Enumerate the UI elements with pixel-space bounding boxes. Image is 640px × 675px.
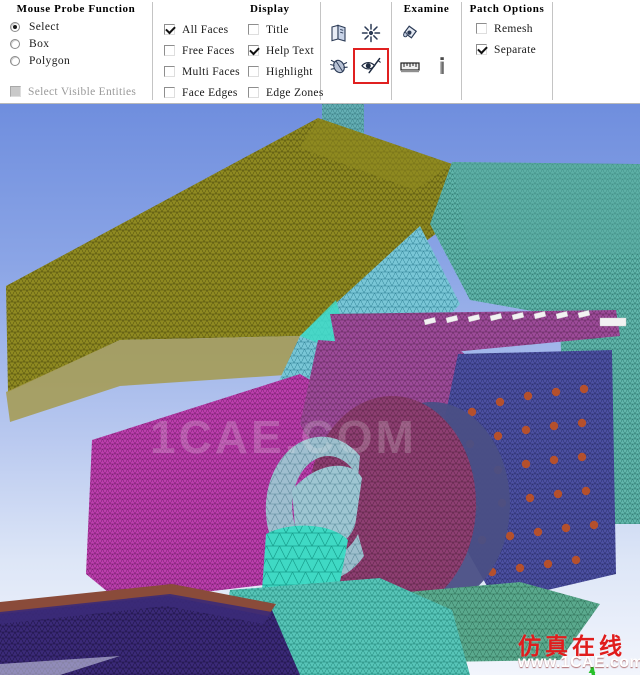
checkbox-separate[interactable]: Separate — [476, 39, 536, 60]
toolbar: Mouse Probe Function Select Box Polygon — [0, 0, 640, 104]
eye-pencil-button[interactable] — [357, 52, 385, 80]
info-button[interactable] — [428, 52, 456, 80]
watermark-url: www.1CAE.com — [518, 654, 640, 671]
select-visible-entities-box — [10, 86, 21, 97]
paint-drop-button[interactable] — [396, 19, 424, 47]
eye-pencil-icon — [361, 57, 381, 74]
separate-label: Separate — [494, 43, 536, 56]
title-label: Title — [266, 23, 289, 36]
checkbox-multi-faces[interactable]: Multi Faces — [164, 61, 240, 82]
highlight-box[interactable] — [248, 66, 259, 77]
radio-box-label: Box — [29, 37, 50, 50]
panel-display: Display All Faces Free Faces Multi Faces — [153, 0, 323, 103]
checkbox-free-faces[interactable]: Free Faces — [164, 40, 240, 61]
panel-title-mouse-probe: Mouse Probe Function — [16, 3, 136, 15]
multi-faces-box[interactable] — [164, 66, 175, 77]
panel-title-examine: Examine — [403, 3, 450, 15]
radio-option-select[interactable]: Select — [10, 18, 152, 35]
radio-polygon-label: Polygon — [29, 54, 71, 67]
radio-polygon-indicator[interactable] — [10, 55, 20, 66]
separate-box[interactable] — [476, 44, 487, 55]
face-edges-box[interactable] — [164, 87, 175, 98]
application-window: Mouse Probe Function Select Box Polygon — [0, 0, 640, 675]
help-text-box[interactable] — [248, 45, 259, 56]
radio-option-polygon[interactable]: Polygon — [10, 52, 152, 69]
panel-examine: Examine — [392, 0, 461, 103]
select-visible-entities-label: Select Visible Entities — [28, 85, 137, 98]
display-tool-buttons — [321, 0, 391, 103]
radio-option-box[interactable]: Box — [10, 35, 152, 52]
ruler-button[interactable] — [396, 52, 424, 80]
free-faces-label: Free Faces — [182, 44, 235, 57]
ruler-icon — [400, 62, 420, 73]
book-icon — [331, 24, 346, 42]
panel-patch-options: Patch Options Remesh Separate — [462, 0, 552, 103]
checkbox-title[interactable]: Title — [248, 19, 324, 40]
checkbox-all-faces[interactable]: All Faces — [164, 19, 240, 40]
panel-title-display: Display — [250, 3, 290, 15]
checkbox-highlight[interactable]: Highlight — [248, 61, 324, 82]
title-box[interactable] — [248, 24, 259, 35]
face-edges-label: Face Edges — [182, 86, 238, 99]
help-text-label: Help Text — [266, 44, 314, 57]
all-faces-box[interactable] — [164, 24, 175, 35]
bug-button[interactable] — [325, 52, 353, 80]
panel-title-patch-options: Patch Options — [469, 3, 545, 15]
remesh-label: Remesh — [494, 22, 533, 35]
checkbox-face-edges[interactable]: Face Edges — [164, 82, 240, 103]
edge-zones-box[interactable] — [248, 87, 259, 98]
free-faces-box[interactable] — [164, 45, 175, 56]
all-faces-label: All Faces — [182, 23, 229, 36]
paint-drop-icon — [403, 25, 418, 39]
radio-select-label: Select — [29, 20, 60, 33]
radio-box-indicator[interactable] — [10, 38, 20, 49]
edge-zones-label: Edge Zones — [266, 86, 324, 99]
starburst-icon — [361, 23, 381, 43]
starburst-button[interactable] — [357, 19, 385, 47]
multi-faces-label: Multi Faces — [182, 65, 240, 78]
info-icon — [440, 57, 444, 74]
checkbox-select-visible-entities: Select Visible Entities — [10, 81, 152, 102]
panel-mouse-probe-function: Mouse Probe Function Select Box Polygon — [0, 0, 152, 103]
mesh-render — [0, 104, 640, 675]
toolbar-separator-5 — [552, 2, 553, 100]
bug-icon — [330, 59, 348, 74]
checkbox-edge-zones[interactable]: Edge Zones — [248, 82, 324, 103]
checkbox-remesh[interactable]: Remesh — [476, 18, 536, 39]
highlight-label: Highlight — [266, 65, 313, 78]
checkbox-help-text[interactable]: Help Text — [248, 40, 324, 61]
3d-mesh-viewport[interactable]: 1CAE.COM — [0, 104, 640, 675]
remesh-box[interactable] — [476, 23, 487, 34]
radio-select-indicator[interactable] — [10, 21, 20, 32]
book-button[interactable] — [325, 19, 353, 47]
